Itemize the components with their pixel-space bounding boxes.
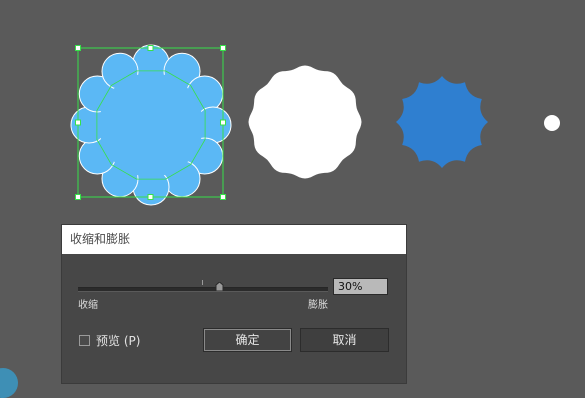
pucker-label: 收缩 <box>78 300 98 311</box>
cancel-button[interactable]: 取消 <box>300 328 389 352</box>
flower-shape[interactable] <box>70 44 232 206</box>
selection-handle[interactable] <box>75 119 81 126</box>
preview-checkbox[interactable] <box>79 334 90 346</box>
selection-handle[interactable] <box>220 194 226 200</box>
amount-input[interactable]: 30% <box>333 278 388 295</box>
dialog-title: 收缩和膨胀 <box>62 225 406 254</box>
selection-handle[interactable] <box>220 45 226 51</box>
ok-button[interactable]: 确定 <box>203 328 292 352</box>
slider-zero-tick <box>202 280 203 285</box>
pucker-bloat-dialog: 收缩和膨胀 30% 收缩 膨胀 预览 (P) 确定 取消 <box>62 225 406 383</box>
selection-handle[interactable] <box>147 45 154 51</box>
selection-handle[interactable] <box>147 194 154 200</box>
pucker-bloat-slider[interactable] <box>78 287 328 292</box>
selection-handle[interactable] <box>75 45 81 51</box>
small-white-dot[interactable] <box>544 115 560 131</box>
slider-thumb-icon[interactable] <box>215 282 224 291</box>
preview-label: 预览 (P) <box>96 333 141 348</box>
selection-handle[interactable] <box>220 119 226 126</box>
preview-checkbox-row[interactable]: 预览 (P) <box>79 333 141 348</box>
bloat-label: 膨胀 <box>308 300 328 311</box>
selection-handle[interactable] <box>75 194 81 200</box>
blue-star-shape[interactable] <box>396 76 488 168</box>
white-blob-shape[interactable] <box>248 65 362 179</box>
